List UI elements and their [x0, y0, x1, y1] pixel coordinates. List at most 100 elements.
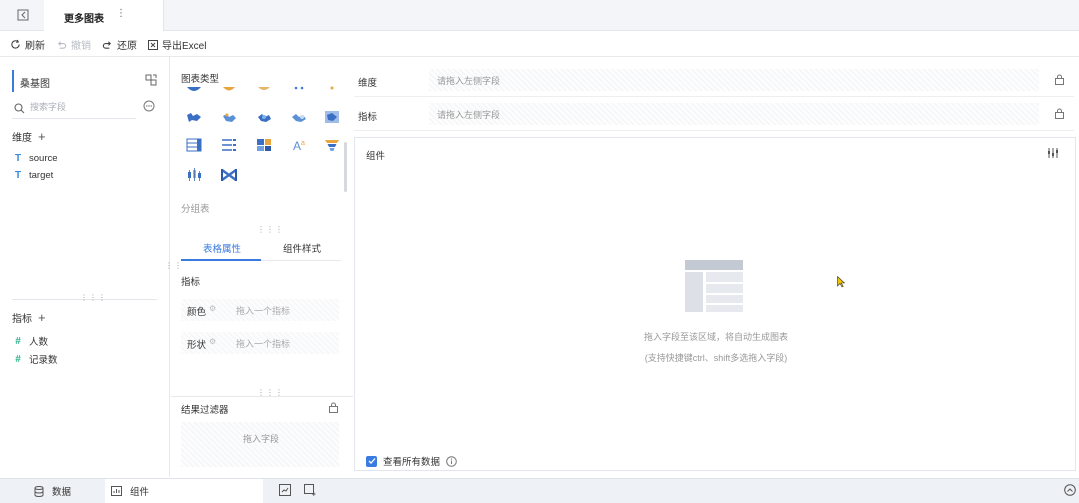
result-filter-title: 结果过滤器	[181, 405, 229, 416]
add-measure-icon[interactable]: +	[38, 311, 46, 324]
check-icon	[368, 458, 375, 464]
dimension-drop-row: 维度 请拖入左侧字段	[354, 63, 1074, 97]
pie-chart-icon[interactable]	[220, 85, 238, 101]
measure-field[interactable]: # 记录数	[12, 352, 58, 367]
redo-icon	[102, 41, 112, 49]
drop-placeholder: 请拖入左侧字段	[437, 110, 501, 120]
dimension-field[interactable]: T source	[12, 153, 58, 164]
add-dimension-icon[interactable]: +	[38, 130, 46, 143]
tab-more-icon[interactable]: ⋮	[116, 8, 126, 19]
widget-area[interactable]: 组件 拖入字段至该区域，将自动生成图表 (支持快捷键ctrl、shift多选拖入…	[354, 137, 1076, 471]
collapse-sidebar-icon[interactable]	[16, 8, 30, 22]
mouse-cursor-icon	[837, 276, 845, 288]
tab-data[interactable]: 数据	[34, 479, 104, 503]
detail-table-icon[interactable]	[220, 137, 238, 153]
refresh-icon	[11, 39, 20, 49]
prop-label: 形状	[187, 340, 207, 351]
dimension-field[interactable]: T target	[12, 170, 53, 181]
top-tab-bar: 更多图表 ⋮	[0, 0, 1079, 31]
field-panel: 桑基图 维度 + T source T target ⋮⋮⋮ 指标 + # 人数…	[0, 57, 170, 477]
scatter-chart-icon[interactable]	[290, 85, 308, 101]
lock-icon[interactable]	[328, 402, 339, 413]
toolbar: 刷新 撤销 还原 导出Excel	[0, 31, 1079, 57]
funnel-chart-icon[interactable]	[323, 137, 341, 153]
lock-icon[interactable]	[1054, 74, 1065, 85]
number-type-icon: #	[15, 335, 21, 347]
measure-title: 指标	[12, 314, 32, 325]
excel-icon	[148, 39, 158, 50]
tab-more-charts[interactable]: 更多图表 ⋮	[44, 0, 164, 31]
redo-button[interactable]: 还原	[102, 37, 137, 52]
collapse-up-icon[interactable]	[1064, 484, 1076, 496]
dimension-title: 维度	[12, 133, 32, 144]
drag-handle-icon[interactable]: ⋮⋮⋮	[80, 294, 107, 302]
export-excel-button[interactable]: 导出Excel	[148, 37, 206, 52]
point-map-icon[interactable]	[220, 109, 238, 125]
dataset-selector[interactable]: 桑基图	[12, 70, 158, 92]
text-type-icon: T	[14, 153, 22, 164]
heat-chart-icon[interactable]	[323, 85, 341, 101]
more-options-icon[interactable]	[143, 100, 155, 112]
region-map-icon[interactable]	[185, 109, 203, 125]
drag-handle-icon[interactable]: ⋮⋮⋮	[257, 226, 284, 234]
svg-text:a: a	[301, 140, 305, 147]
filter-placeholder: 拖入字段	[243, 434, 280, 444]
field-label: source	[29, 153, 58, 164]
measure-drop-zone[interactable]: 请拖入左侧字段	[429, 103, 1039, 125]
divider	[171, 396, 353, 397]
measure-field[interactable]: # 人数	[12, 334, 49, 349]
map-chart-icon[interactable]	[185, 85, 203, 101]
settings-icon[interactable]: ⚙	[209, 337, 216, 346]
undo-button[interactable]: 撤销	[56, 37, 91, 52]
shape-drop-zone[interactable]: 形状 ⚙ 拖入一个指标	[181, 332, 339, 354]
search-icon	[14, 103, 25, 114]
sankey-chart-icon[interactable]	[220, 167, 238, 183]
empty-chart-illustration-icon	[685, 260, 743, 312]
chart-type-title: 图表类型	[181, 74, 220, 85]
chart-icon	[111, 486, 122, 496]
widget-title: 组件	[366, 151, 386, 162]
field-label: 人数	[29, 337, 49, 348]
add-widget-icon[interactable]	[279, 484, 291, 496]
property-tabs: 表格属性 组件样式	[181, 235, 341, 261]
dataset-name: 桑基图	[20, 79, 50, 90]
empty-hint: 拖入字段至该区域，将自动生成图表	[643, 332, 788, 342]
search-input[interactable]	[30, 102, 130, 112]
checkbox[interactable]	[366, 455, 377, 467]
chart-canvas: 维度 请拖入左侧字段 指标 请拖入左侧字段 组件 拖入字段至该区域，将自动生成图…	[354, 57, 1079, 477]
switch-dataset-icon[interactable]	[145, 74, 157, 86]
box-plot-icon[interactable]	[185, 167, 203, 183]
tab-table-properties[interactable]: 表格属性	[203, 241, 241, 255]
cross-table-icon[interactable]	[185, 137, 203, 153]
tab-widget[interactable]: 组件	[105, 479, 263, 503]
info-icon[interactable]	[446, 455, 457, 467]
view-all-label: 查看所有数据	[383, 457, 441, 468]
measure-drop-row: 指标 请拖入左侧字段	[354, 97, 1074, 131]
gis-map-icon[interactable]	[323, 109, 341, 125]
field-label: target	[29, 170, 54, 181]
svg-text:A: A	[293, 139, 301, 153]
flow-map-icon[interactable]	[255, 109, 273, 125]
filter-drop-zone[interactable]: 拖入字段	[181, 422, 339, 467]
bubble-chart-icon[interactable]	[255, 85, 273, 101]
add-dashboard-icon[interactable]	[304, 484, 316, 496]
view-all-data-toggle[interactable]: 查看所有数据	[366, 454, 457, 468]
dimension-label: 维度	[358, 78, 378, 89]
chart-type-scrollbar[interactable]	[344, 142, 347, 192]
dimension-drop-zone[interactable]: 请拖入左侧字段	[429, 69, 1039, 91]
tab-data-label: 数据	[52, 487, 72, 498]
word-cloud-icon[interactable]: Aa	[290, 137, 308, 153]
color-drop-zone[interactable]: 颜色 ⚙ 拖入一个指标	[181, 299, 339, 321]
tab-title: 更多图表	[64, 14, 104, 25]
field-label: 记录数	[29, 355, 58, 366]
tab-component-style[interactable]: 组件样式	[283, 241, 321, 255]
settings-icon[interactable]: ⚙	[209, 304, 216, 313]
rectangle-tree-icon[interactable]	[255, 137, 273, 153]
widget-settings-icon[interactable]	[1047, 147, 1059, 159]
tab-widget-label: 组件	[130, 487, 150, 498]
heat-map-icon[interactable]	[290, 109, 308, 125]
refresh-button[interactable]: 刷新	[10, 37, 45, 52]
lock-icon[interactable]	[1054, 108, 1065, 119]
measure-label: 指标	[358, 112, 378, 123]
field-search	[12, 99, 136, 119]
